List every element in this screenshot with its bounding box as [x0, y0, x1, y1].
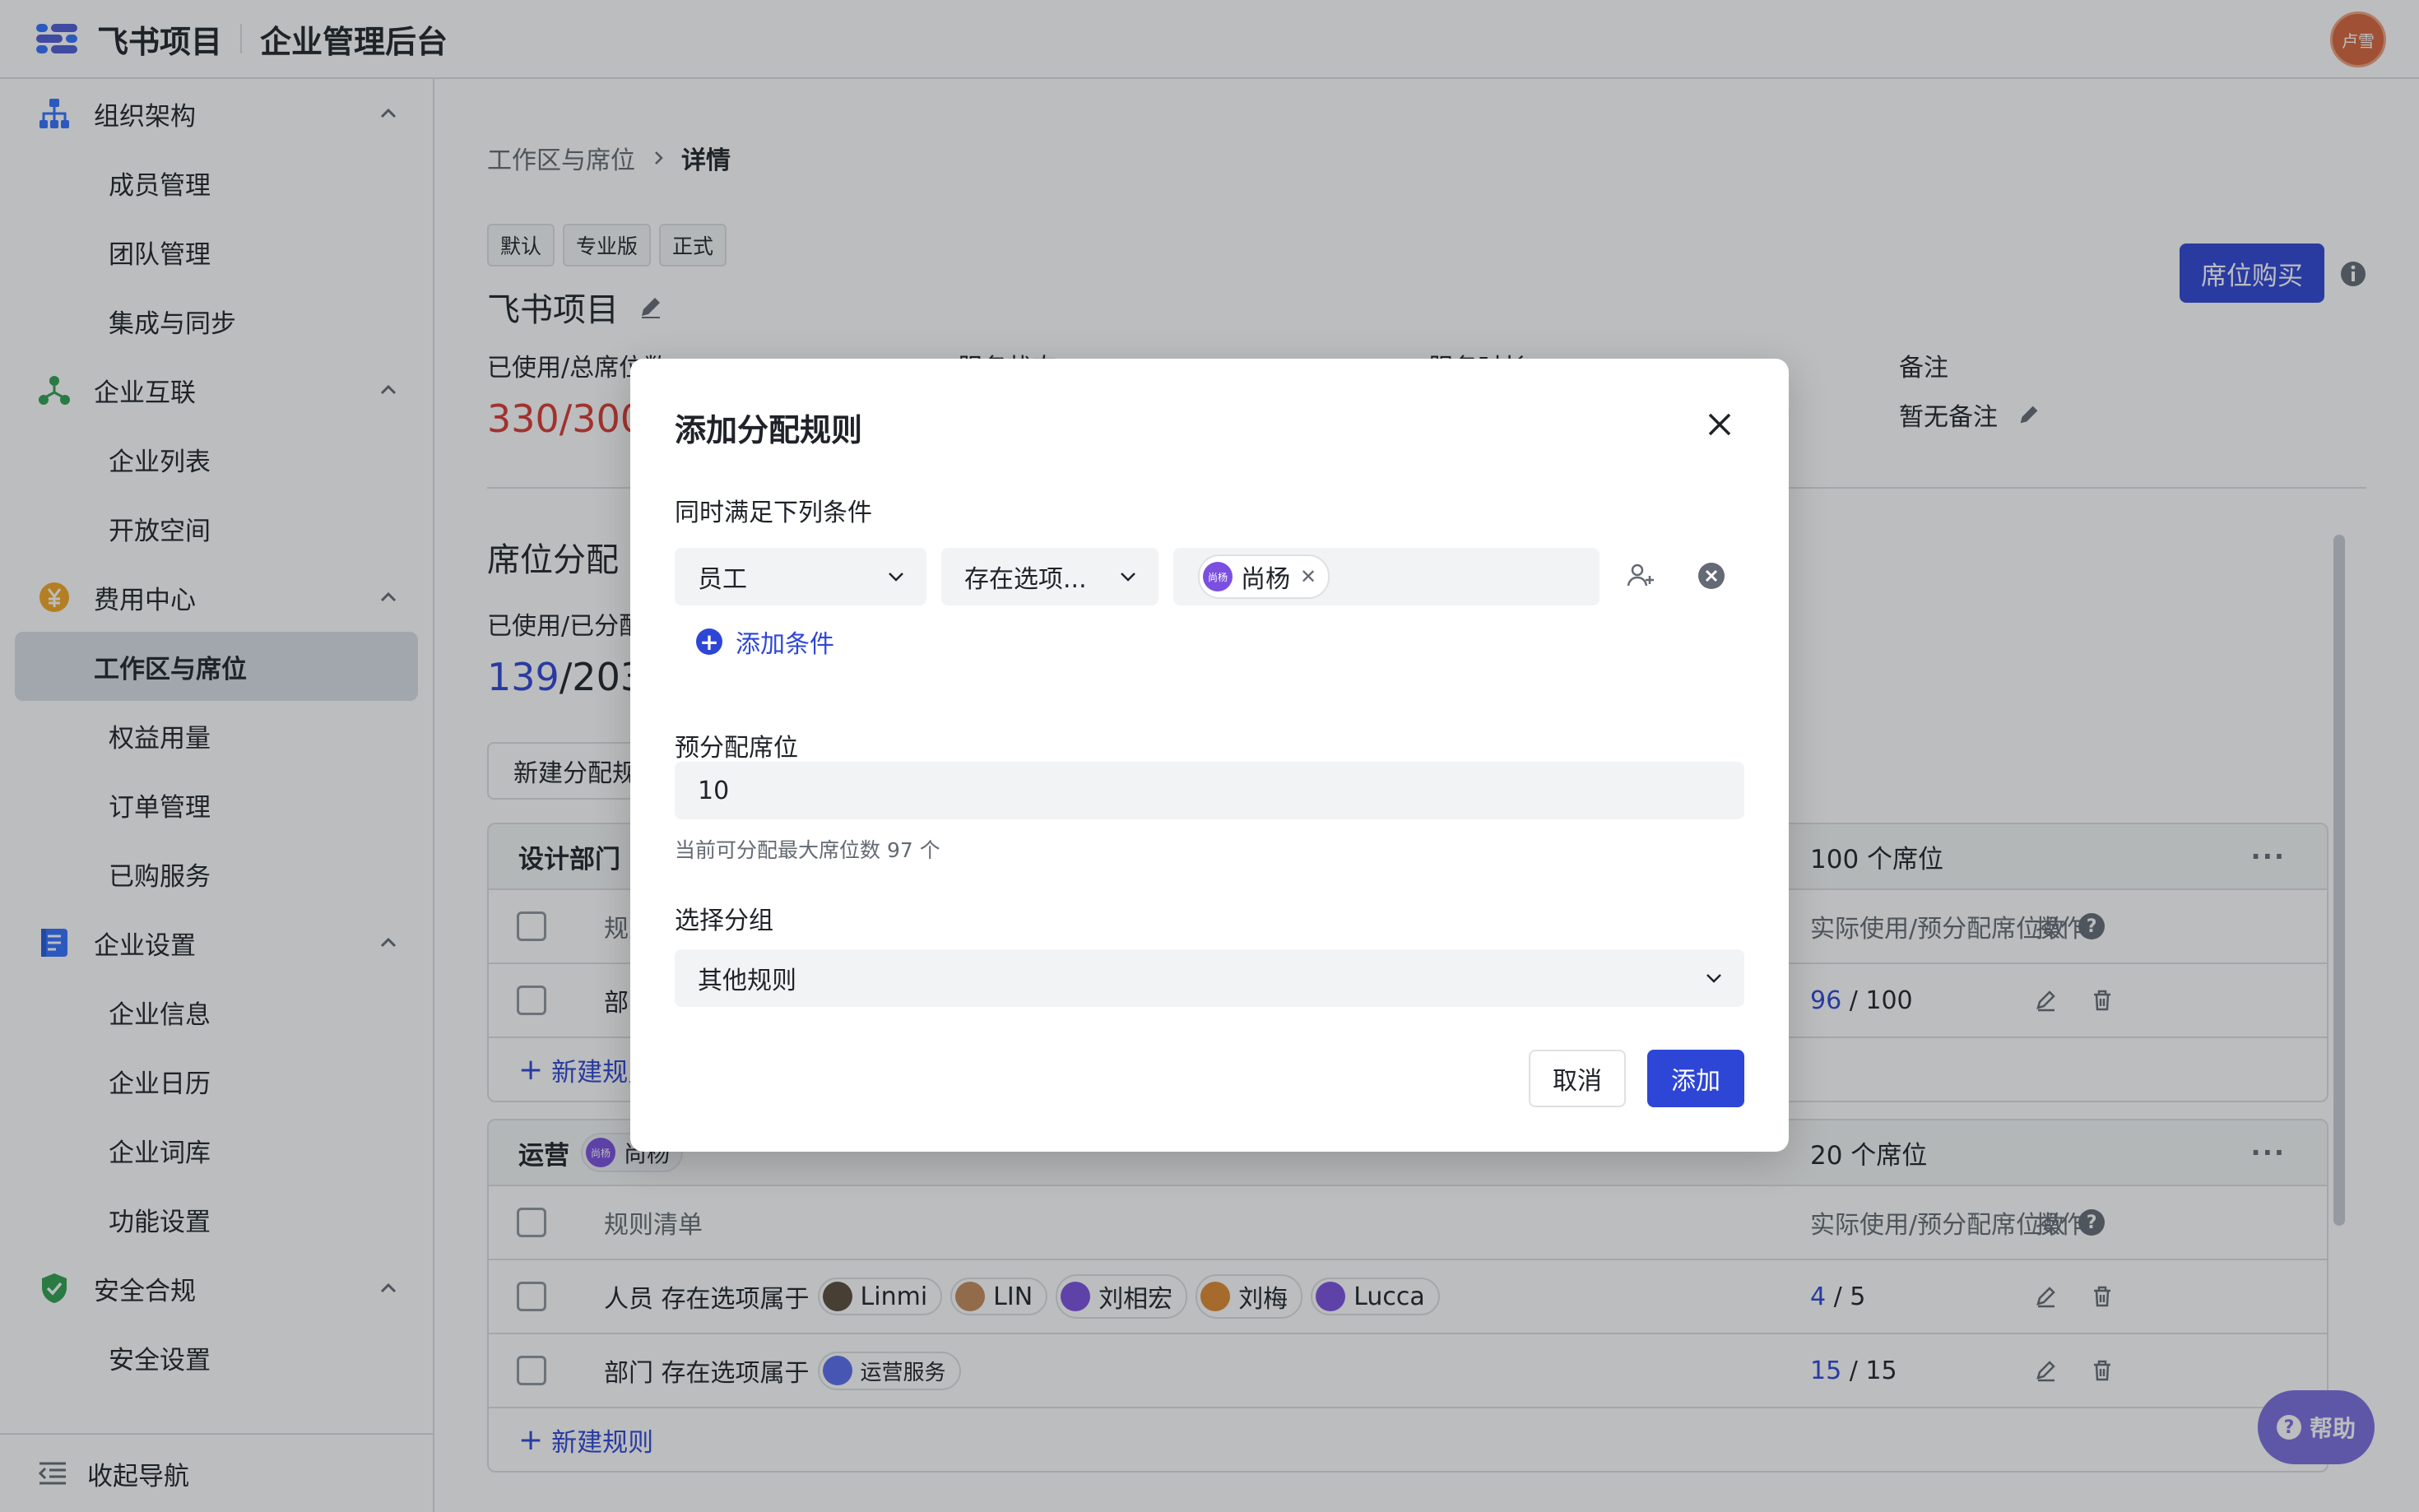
close-icon[interactable] [1705, 410, 1734, 439]
add-user-icon[interactable] [1624, 559, 1657, 592]
group-select[interactable]: 其他规则 [675, 949, 1744, 1007]
chevron-down-icon [889, 573, 903, 582]
operator-select[interactable]: 存在选项... [941, 548, 1158, 605]
seats-hint: 当前可分配最大席位数 97 个 [675, 838, 940, 862]
confirm-add-button[interactable]: 添加 [1647, 1050, 1744, 1107]
plus-circle-icon: + [696, 628, 722, 656]
conditions-label: 同时满足下列条件 [675, 499, 872, 527]
avatar: 尚杨 [1203, 562, 1233, 591]
add-rule-dialog: 添加分配规则 同时满足下列条件 员工 存在选项... 尚杨 尚杨 ✕ + 添加条… [630, 359, 1789, 1152]
member-chip: 尚杨 尚杨 ✕ [1198, 554, 1330, 599]
cancel-button[interactable]: 取消 [1529, 1050, 1626, 1107]
remove-condition-icon[interactable] [1697, 561, 1726, 591]
remove-chip-icon[interactable]: ✕ [1300, 565, 1316, 588]
dialog-title: 添加分配规则 [675, 412, 863, 448]
seats-label: 预分配席位 [675, 734, 798, 763]
group-label: 选择分组 [675, 907, 773, 935]
field-select[interactable]: 员工 [675, 548, 926, 605]
chevron-down-icon [1121, 573, 1135, 582]
add-condition-button[interactable]: + 添加条件 [696, 624, 834, 660]
chevron-down-icon [1706, 974, 1721, 983]
member-select[interactable]: 尚杨 尚杨 ✕ [1173, 548, 1600, 605]
seats-input[interactable]: 10 [675, 762, 1744, 819]
